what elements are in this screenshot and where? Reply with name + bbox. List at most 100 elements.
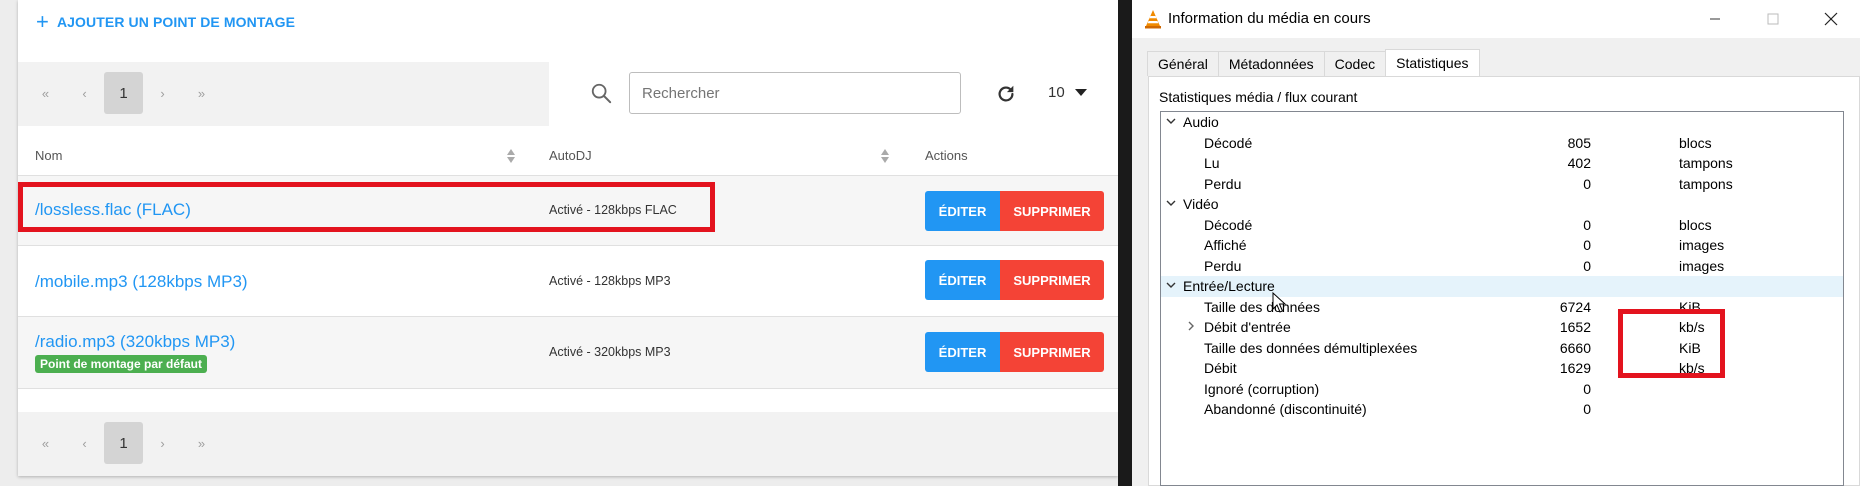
tree-row[interactable]: Perdu 0 images [1161, 256, 1843, 277]
edit-button[interactable]: ÉDITER [925, 260, 1000, 300]
tree-value: 0 [1583, 257, 1591, 274]
prev-page-button[interactable]: ‹ [65, 422, 104, 464]
plus-icon: + [36, 9, 49, 34]
tree-value: 0 [1583, 380, 1591, 397]
tree-row[interactable]: Taille des données démultiplexées 6660 K… [1161, 338, 1843, 359]
tree-unit: images [1679, 237, 1725, 253]
next-page-button[interactable]: › [143, 422, 182, 464]
tree-value: 0 [1583, 175, 1591, 192]
tree-row[interactable]: Perdu 0 tampons [1161, 174, 1843, 195]
tree-unit: images [1679, 257, 1725, 274]
refresh-icon[interactable] [995, 83, 1017, 105]
tree-row[interactable]: Décodé 805 blocs [1161, 133, 1843, 154]
tree-value: 6660 [1559, 339, 1591, 356]
tree-group-input[interactable]: Entrée/Lecture [1161, 276, 1843, 297]
tree-row[interactable]: Débit 1629 kb/s [1161, 358, 1843, 379]
tree-row[interactable]: Abandonné (discontinuité) 0 [1161, 399, 1843, 420]
autodj-status: Activé - 128kbps MP3 [549, 274, 671, 288]
mouse-cursor-icon [1272, 292, 1286, 313]
prev-page-button[interactable]: ‹ [65, 72, 104, 114]
tree-label: Audio [1183, 114, 1219, 130]
vlc-cone-icon [1145, 10, 1161, 29]
table-row: /mobile.mp3 (128kbps MP3) Activé - 128kb… [18, 246, 1118, 317]
mount-points-page: + AJOUTER UN POINT DE MONTAGE « ‹ 1 › » … [0, 0, 1118, 486]
tab-bar: Général Métadonnées Codec Statistiques [1147, 49, 1480, 76]
column-header-actions: Actions [925, 148, 968, 163]
tree-group-video[interactable]: Vidéo [1161, 194, 1843, 215]
close-icon [1824, 12, 1838, 26]
rows-per-page-value: 10 [1048, 84, 1065, 101]
tree-row[interactable]: Taille des données 6724 KiB [1161, 297, 1843, 318]
tree-value: 402 [1567, 155, 1591, 171]
bottom-pagination: « ‹ 1 › » [26, 422, 221, 464]
page-1-button[interactable]: 1 [104, 422, 143, 464]
tab-statistics[interactable]: Statistiques [1385, 49, 1480, 76]
column-header-autodj[interactable]: AutoDJ [549, 148, 592, 163]
next-page-button[interactable]: › [143, 72, 182, 114]
first-page-button[interactable]: « [26, 422, 65, 464]
tree-value: 0 [1583, 401, 1591, 417]
media-info-dialog: Information du média en cours Général Mé… [1132, 0, 1860, 486]
tab-metadata[interactable]: Métadonnées [1217, 51, 1325, 76]
statistics-tree[interactable]: Audio Décodé 805 blocs Lu 402 tampons Pe… [1160, 111, 1844, 486]
tree-value: 0 [1583, 216, 1591, 233]
last-page-button[interactable]: » [182, 422, 221, 464]
tree-value: 0 [1583, 237, 1591, 253]
tab-general[interactable]: Général [1147, 51, 1219, 76]
tree-unit: tampons [1679, 155, 1733, 171]
tree-unit: blocs [1679, 134, 1712, 151]
search-input[interactable] [629, 72, 961, 114]
highlight-box [1618, 309, 1725, 378]
column-header-name[interactable]: Nom [35, 148, 62, 163]
add-mount-point-button[interactable]: + AJOUTER UN POINT DE MONTAGE [36, 9, 296, 34]
tree-group-audio[interactable]: Audio [1161, 112, 1843, 133]
top-pagination: « ‹ 1 › » [26, 72, 221, 114]
dialog-title: Information du média en cours [1168, 10, 1371, 27]
first-page-button[interactable]: « [26, 72, 65, 114]
close-button[interactable] [1802, 0, 1860, 38]
tree-value: 805 [1567, 134, 1591, 151]
maximize-button[interactable] [1744, 0, 1802, 38]
chevron-down-icon[interactable] [1165, 197, 1177, 209]
tree-row[interactable]: Ignoré (corruption) 0 [1161, 379, 1843, 400]
mount-name-link[interactable]: /mobile.mp3 (128kbps MP3) [35, 272, 248, 292]
tree-label: Vidéo [1183, 196, 1219, 212]
table-header: Nom AutoDJ Actions [18, 138, 1118, 176]
minimize-button[interactable] [1686, 0, 1744, 38]
last-page-button[interactable]: » [182, 72, 221, 114]
tree-row[interactable]: Affiché 0 images [1161, 235, 1843, 256]
delete-button[interactable]: SUPPRIMER [1000, 260, 1104, 300]
tree-row[interactable]: Débit d'entrée 1652 kb/s [1161, 317, 1843, 338]
highlight-box [18, 182, 715, 232]
delete-button[interactable]: SUPPRIMER [1000, 332, 1104, 372]
tab-codec[interactable]: Codec [1323, 51, 1387, 76]
sort-icon[interactable] [506, 148, 516, 164]
edit-button[interactable]: ÉDITER [925, 191, 1000, 231]
minimize-icon [1710, 18, 1720, 20]
tree-row[interactable]: Décodé 0 blocs [1161, 215, 1843, 236]
tree-unit: blocs [1679, 216, 1712, 233]
tree-value: 1652 [1559, 319, 1591, 335]
edit-button[interactable]: ÉDITER [925, 332, 1000, 372]
mount-name-link[interactable]: /radio.mp3 (320kbps MP3) [35, 332, 235, 352]
tree-row[interactable]: Lu 402 tampons [1161, 153, 1843, 174]
tree-value: 6724 [1559, 298, 1591, 315]
title-bar[interactable]: Information du média en cours [1132, 0, 1860, 38]
delete-button[interactable]: SUPPRIMER [1000, 191, 1104, 231]
maximize-icon [1767, 13, 1779, 25]
statistics-heading: Statistiques média / flux courant [1159, 89, 1358, 105]
table-row: /radio.mp3 (320kbps MP3) Point de montag… [18, 317, 1118, 389]
search-icon[interactable] [590, 82, 612, 104]
add-mount-point-label: AJOUTER UN POINT DE MONTAGE [56, 14, 296, 30]
default-mount-badge: Point de montage par défaut [35, 355, 208, 373]
caret-down-icon [1074, 88, 1087, 96]
rows-per-page-select[interactable]: 10 [1048, 84, 1087, 101]
autodj-status: Activé - 320kbps MP3 [549, 345, 671, 359]
page-1-button[interactable]: 1 [104, 72, 143, 114]
chevron-down-icon[interactable] [1165, 279, 1177, 291]
chevron-down-icon[interactable] [1165, 115, 1177, 127]
tree-unit: tampons [1679, 175, 1733, 192]
tree-label: Entrée/Lecture [1183, 278, 1275, 294]
sort-icon[interactable] [880, 148, 890, 164]
tree-value: 1629 [1559, 360, 1591, 376]
